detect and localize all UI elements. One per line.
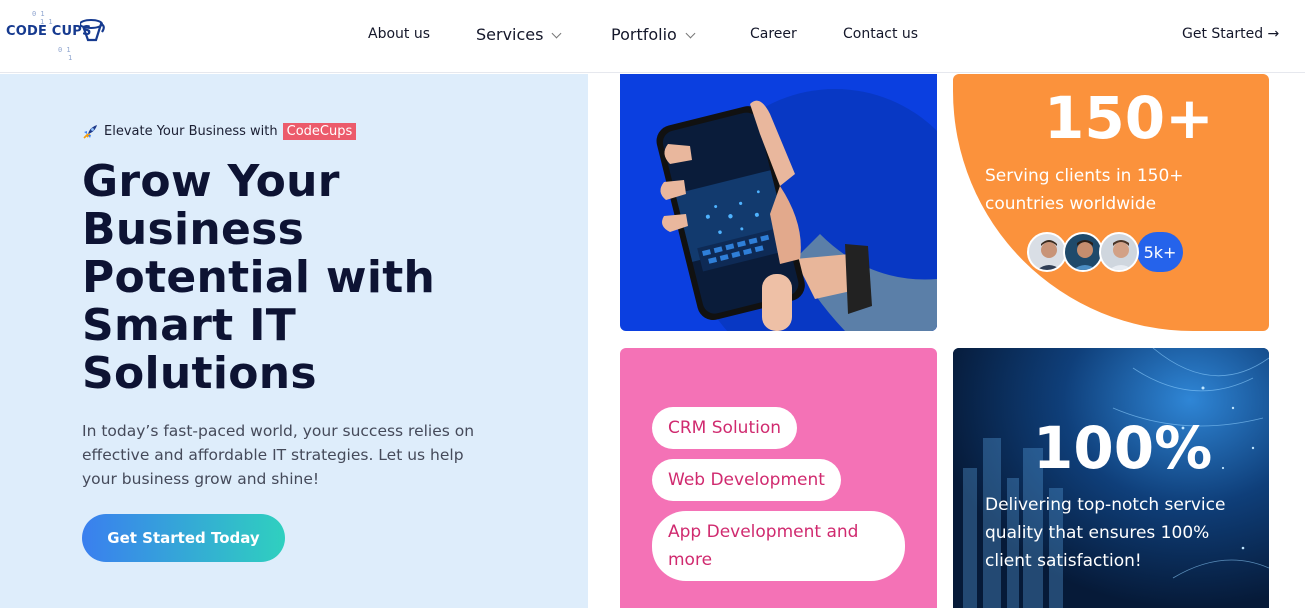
- avatar: [1063, 232, 1103, 272]
- clients-stat-text: Serving clients in 150+ countries worldw…: [985, 166, 1184, 214]
- headline-line: Potential with: [82, 252, 436, 303]
- quality-stat-number: 100%: [1033, 414, 1213, 482]
- eyebrow-text: Elevate Your Business with: [104, 124, 278, 139]
- brand-tag: CodeCups: [282, 123, 357, 140]
- logo-binary-digits: 1: [68, 54, 73, 62]
- hero-description: In today’s fast-paced world, your succes…: [82, 422, 475, 488]
- logo-binary-digits: 0 1: [58, 46, 71, 54]
- pill-crm-solution[interactable]: CRM Solution: [652, 407, 798, 449]
- avatar: [1099, 232, 1139, 272]
- chevron-down-icon: [552, 28, 562, 39]
- phone-image-card: [620, 74, 937, 331]
- nav-career[interactable]: Career: [750, 26, 797, 42]
- quality-stat-text: Delivering top-notch service quality tha…: [985, 495, 1226, 571]
- logo-binary-digits: 0 1: [32, 10, 45, 18]
- hero-section: Elevate Your Business with CodeCups Grow…: [0, 74, 588, 608]
- avatar: [1027, 232, 1067, 272]
- headline-line: Solutions: [82, 348, 317, 399]
- more-clients-badge: 5k+: [1137, 232, 1183, 272]
- logo-text: CODE CUPS: [6, 24, 92, 39]
- client-avatars: 5k+: [1027, 232, 1183, 272]
- headline-line: Business: [82, 204, 305, 255]
- quality-stat-card: 100% Delivering top-notch service qualit…: [953, 348, 1269, 608]
- nav-about-us[interactable]: About us: [368, 26, 430, 42]
- nav-services-label: Services: [476, 25, 544, 44]
- clients-stat-number: 150+: [1044, 84, 1214, 152]
- nav-contact-us[interactable]: Contact us: [843, 26, 918, 42]
- pill-web-development[interactable]: Web Development: [652, 459, 841, 501]
- services-card: CRM Solution Web Development App Develop…: [620, 348, 937, 608]
- chevron-down-icon: [685, 28, 696, 39]
- clients-stat-card: 150+ Serving clients in 150+ countries w…: [953, 74, 1269, 331]
- hero-eyebrow: Elevate Your Business with CodeCups: [82, 123, 357, 140]
- headline-line: Grow Your: [82, 156, 340, 207]
- code-cups-logo[interactable]: 0 1 1 1 0 1 1 CODE CUPS: [6, 8, 110, 66]
- nav-portfolio-label: Portfolio: [611, 25, 677, 44]
- get-started-today-button[interactable]: Get Started Today: [82, 514, 285, 562]
- cup-logo-icon: [80, 19, 105, 42]
- hand-holding-phone-image: [656, 89, 937, 331]
- get-started-link[interactable]: Get Started →: [1182, 26, 1279, 42]
- pill-app-development[interactable]: App Development and more: [652, 511, 905, 581]
- rocket-icon: [83, 124, 97, 139]
- nav-portfolio[interactable]: Portfolio: [611, 25, 696, 44]
- site-header: 0 1 1 1 0 1 1 CODE CUPS About us Service…: [0, 0, 1305, 73]
- headline-line: Smart IT: [82, 300, 297, 351]
- hero-headline: Grow Your Business Potential with Smart …: [82, 158, 522, 398]
- nav-services[interactable]: Services: [476, 25, 562, 44]
